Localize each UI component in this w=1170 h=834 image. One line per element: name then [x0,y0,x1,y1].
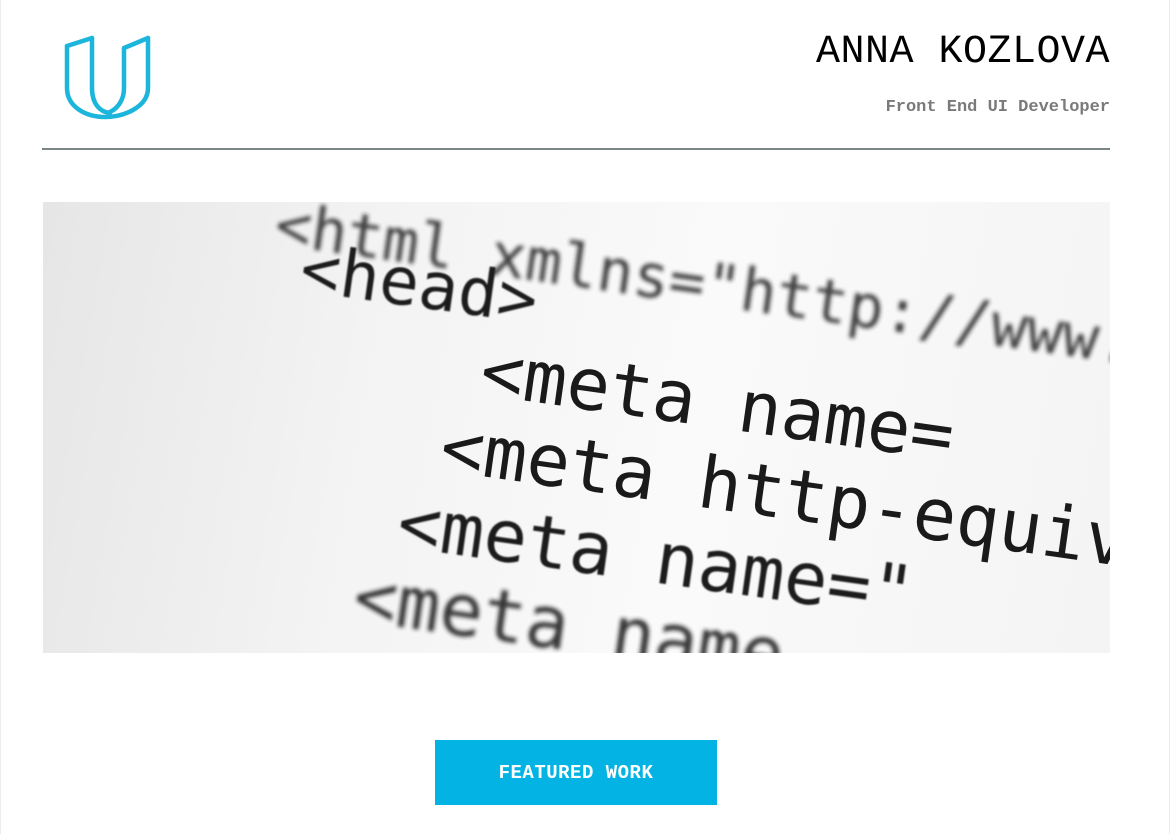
site-header: ANNA KOZLOVA Front End UI Developer [42,0,1110,150]
hero-code-image: <html xmlns="http://www.w3.org/1999/xhtm… [43,202,1110,653]
developer-name: ANNA KOZLOVA [815,30,1110,75]
featured-work-button[interactable]: FEATURED WORK [435,740,717,805]
developer-role: Front End UI Developer [885,98,1110,117]
udacity-logo-icon[interactable] [62,32,152,122]
page: ANNA KOZLOVA Front End UI Developer <htm… [0,0,1170,834]
